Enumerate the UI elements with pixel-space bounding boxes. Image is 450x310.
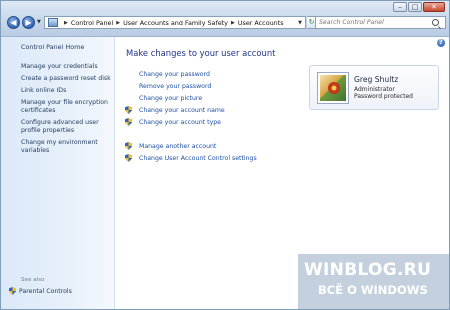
link-row: Change your account name	[125, 106, 300, 114]
remove-password-link[interactable]: Remove your password	[139, 83, 211, 90]
account-task-links: Change your password Remove your passwor…	[125, 70, 300, 166]
sidebar-item-parental-controls[interactable]: Parental Controls	[9, 287, 72, 295]
link-row: Manage another account	[125, 142, 300, 150]
search-box[interactable]	[315, 16, 446, 29]
watermark-line2: ВСЁ О WINDOWS	[318, 283, 428, 297]
address-dropdown-icon[interactable]: ▼	[298, 20, 302, 26]
change-picture-link[interactable]: Change your picture	[139, 95, 202, 102]
sidebar-item-encryption-certificates[interactable]: Manage your file encryption certificates	[21, 99, 113, 115]
manage-another-account-link[interactable]: Manage another account	[139, 143, 216, 150]
uac-shield-icon	[125, 118, 132, 126]
minimize-button[interactable]: –	[393, 2, 407, 12]
chevron-right-icon[interactable]: ▶	[231, 20, 235, 26]
control-panel-home-link[interactable]: Control Panel Home	[21, 43, 84, 51]
breadcrumb-control-panel[interactable]: Control Panel	[71, 19, 113, 27]
sidebar-item-manage-credentials[interactable]: Manage your credentials	[21, 63, 113, 71]
sidebar-item-environment-variables[interactable]: Change my environment variables	[21, 139, 113, 155]
site-watermark: WINBLOG.RU ВСЁ О WINDOWS	[298, 254, 449, 309]
link-row: Change your account type	[125, 118, 300, 126]
title-bar: – □ ✕ ◀ ▶ ▼ ▶ Control Panel ▶ User Accou…	[1, 1, 449, 37]
flower-picture-icon	[328, 81, 340, 94]
change-password-link[interactable]: Change your password	[139, 71, 210, 78]
sidebar-task-list: Manage your credentials Create a passwor…	[21, 63, 113, 159]
see-also-heading: See also	[21, 277, 45, 283]
link-row: Change User Account Control settings	[125, 154, 300, 162]
user-account-card: Greg Shultz Administrator Password prote…	[309, 65, 439, 110]
change-account-name-link[interactable]: Change your account name	[139, 107, 225, 114]
user-password-status: Password protected	[354, 93, 413, 100]
change-account-type-link[interactable]: Change your account type	[139, 119, 221, 126]
page-title: Make changes to your user account	[126, 48, 276, 58]
breadcrumb-user-accounts-family-safety[interactable]: User Accounts and Family Safety	[123, 19, 228, 27]
user-info: Greg Shultz Administrator Password prote…	[354, 75, 413, 101]
uac-shield-icon	[125, 106, 132, 114]
search-icon[interactable]	[432, 19, 439, 26]
back-button[interactable]: ◀	[7, 16, 20, 29]
uac-settings-link[interactable]: Change User Account Control settings	[139, 155, 257, 162]
maximize-button[interactable]: □	[408, 2, 422, 12]
address-bar[interactable]: ▶ Control Panel ▶ User Accounts and Fami…	[44, 16, 306, 29]
link-row: Change your password	[125, 70, 300, 78]
control-panel-icon	[48, 18, 58, 27]
sidebar-item-profile-properties[interactable]: Configure advanced user profile properti…	[21, 119, 113, 135]
close-button[interactable]: ✕	[423, 2, 445, 12]
chevron-right-icon[interactable]: ▶	[116, 20, 120, 26]
search-input[interactable]	[316, 17, 431, 28]
caption-buttons: – □ ✕	[393, 2, 445, 12]
sidebar-item-password-reset-disk[interactable]: Create a password reset disk	[21, 75, 113, 83]
link-row: Change your picture	[125, 94, 300, 102]
control-panel-window: – □ ✕ ◀ ▶ ▼ ▶ Control Panel ▶ User Accou…	[0, 0, 450, 310]
watermark-line1: WINBLOG.RU	[304, 260, 432, 280]
help-icon[interactable]: ?	[437, 39, 445, 47]
user-avatar	[317, 71, 349, 104]
breadcrumb-user-accounts[interactable]: User Accounts	[238, 19, 284, 27]
sidebar: Control Panel Home Manage your credentia…	[1, 37, 115, 309]
user-name: Greg Shultz	[354, 74, 399, 84]
user-role: Administrator	[354, 85, 395, 93]
uac-shield-icon	[125, 142, 132, 150]
forward-button[interactable]: ▶	[22, 16, 35, 29]
recent-pages-dropdown-icon[interactable]: ▼	[37, 19, 41, 25]
chevron-right-icon[interactable]: ▶	[64, 20, 68, 26]
uac-shield-icon	[9, 287, 16, 295]
parental-controls-label[interactable]: Parental Controls	[19, 288, 72, 295]
uac-shield-icon	[125, 154, 132, 162]
sidebar-item-link-online-ids[interactable]: Link online IDs	[21, 87, 113, 95]
link-row: Remove your password	[125, 82, 300, 90]
